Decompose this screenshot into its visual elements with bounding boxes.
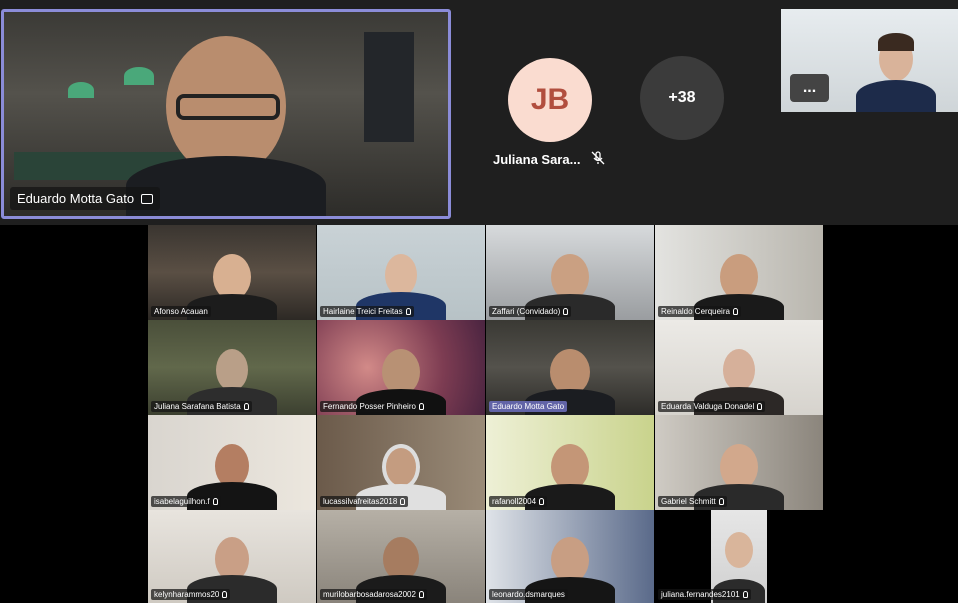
participant-tile[interactable]: Hairlaine Treici Freitas bbox=[317, 225, 485, 320]
participant-name-label: Reinaldo Cerqueira bbox=[658, 306, 741, 317]
mic-icon bbox=[563, 308, 569, 315]
mic-icon bbox=[243, 403, 249, 410]
participant-name: Gabriel Schmitt bbox=[661, 497, 716, 506]
participant-figure bbox=[126, 16, 326, 216]
participant-name-label: leonardo.dsmarques bbox=[489, 589, 568, 600]
mic-icon bbox=[418, 403, 424, 410]
participant-name: Eduardo Motta Gato bbox=[492, 402, 565, 411]
mic-icon bbox=[757, 403, 763, 410]
mic-icon bbox=[742, 591, 748, 598]
participant-name: Fernando Posser Pinheiro bbox=[323, 402, 416, 411]
participant-name-label: lucassilvafreitas2018 bbox=[320, 496, 409, 507]
participant-name-label: Juliana Sarafana Batista bbox=[151, 401, 252, 412]
participant-name: leonardo.dsmarques bbox=[492, 590, 565, 599]
participant-name: Reinaldo Cerqueira bbox=[661, 307, 730, 316]
participant-name: Afonso Acauan bbox=[154, 307, 208, 316]
participant-figure bbox=[856, 17, 937, 112]
mic-muted-icon bbox=[591, 151, 605, 165]
participant-name: kelynharammos20 bbox=[154, 590, 220, 599]
participant-tile[interactable]: Eduarda Valduga Donadel bbox=[655, 320, 823, 415]
participant-tile[interactable]: Gabriel Schmitt bbox=[655, 415, 823, 510]
glasses bbox=[176, 94, 280, 120]
featured-speaker-video[interactable]: Eduardo Motta Gato bbox=[1, 9, 451, 219]
participant-name-label: murilobarbosadarosa2002 bbox=[320, 589, 427, 600]
participant-name: juliana.fernandes2101 bbox=[661, 590, 740, 599]
participant-tile[interactable]: murilobarbosadarosa2002 bbox=[317, 510, 485, 603]
mic-icon bbox=[400, 498, 406, 505]
participant-tile[interactable]: Juliana Sarafana Batista bbox=[148, 320, 316, 415]
participant-name-label: juliana.fernandes2101 bbox=[658, 589, 751, 600]
participant-tile[interactable]: rafanoll2004 bbox=[486, 415, 654, 510]
participant-name-label: Gabriel Schmitt bbox=[658, 496, 727, 507]
participant-name-label: Hairlaine Treici Freitas bbox=[320, 306, 414, 317]
ellipsis-icon: ... bbox=[802, 79, 817, 96]
more-options-button[interactable]: ... bbox=[790, 74, 829, 102]
participant-tile[interactable]: Eduardo Motta Gato bbox=[486, 320, 654, 415]
participant-avatar[interactable]: JB bbox=[508, 58, 592, 142]
participant-name-label: Eduarda Valduga Donadel bbox=[658, 401, 766, 412]
mic-icon bbox=[732, 308, 738, 315]
featured-name: Eduardo Motta Gato bbox=[17, 191, 135, 206]
participant-name: Juliana Sarafana Batista bbox=[154, 402, 241, 411]
participant-tile[interactable]: kelynharammos20 bbox=[148, 510, 316, 603]
background-board bbox=[364, 32, 414, 142]
avatar-participant-name: Juliana Sara... bbox=[493, 152, 581, 167]
participant-name-label: kelynharammos20 bbox=[151, 589, 231, 600]
mic-icon bbox=[418, 591, 424, 598]
participant-tile[interactable]: isabelaguilhon.f bbox=[148, 415, 316, 510]
participant-tile[interactable]: juliana.fernandes2101 bbox=[655, 510, 823, 603]
participant-head bbox=[725, 532, 753, 568]
more-participants-count: +38 bbox=[668, 89, 696, 106]
participant-name: Hairlaine Treici Freitas bbox=[323, 307, 403, 316]
participant-name: Eduarda Valduga Donadel bbox=[661, 402, 755, 411]
participant-name-label: Fernando Posser Pinheiro bbox=[320, 401, 427, 412]
participant-name-label: Afonso Acauan bbox=[151, 306, 211, 317]
participant-name-label: isabelaguilhon.f bbox=[151, 496, 221, 507]
mic-icon bbox=[212, 498, 218, 505]
participant-name-label: Eduardo Motta Gato bbox=[489, 401, 568, 412]
participant-tile[interactable]: leonardo.dsmarques bbox=[486, 510, 654, 603]
hair bbox=[878, 33, 915, 51]
participant-name: murilobarbosadarosa2002 bbox=[323, 590, 416, 599]
featured-name-label: Eduardo Motta Gato bbox=[10, 187, 161, 210]
screen-share-icon bbox=[141, 193, 154, 204]
participant-name-label: rafanoll2004 bbox=[489, 496, 548, 507]
mic-icon bbox=[718, 498, 724, 505]
participant-name-label: Zaffari (Convidado) bbox=[489, 306, 572, 317]
more-participants-button[interactable]: +38 bbox=[640, 56, 724, 140]
mic-icon bbox=[222, 591, 228, 598]
participant-name: rafanoll2004 bbox=[492, 497, 537, 506]
background-lamp bbox=[68, 82, 94, 98]
participant-tile[interactable]: Zaffari (Convidado) bbox=[486, 225, 654, 320]
participant-tile[interactable]: Reinaldo Cerqueira bbox=[655, 225, 823, 320]
participant-tile[interactable]: Afonso Acauan bbox=[148, 225, 316, 320]
participant-name: Zaffari (Convidado) bbox=[492, 307, 561, 316]
participant-tile[interactable]: Fernando Posser Pinheiro bbox=[317, 320, 485, 415]
participant-name: isabelaguilhon.f bbox=[154, 497, 210, 506]
mic-icon bbox=[405, 308, 411, 315]
participant-tile[interactable]: lucassilvafreitas2018 bbox=[317, 415, 485, 510]
mic-icon bbox=[539, 498, 545, 505]
avatar-initials: JB bbox=[530, 83, 570, 116]
participant-name: lucassilvafreitas2018 bbox=[323, 497, 398, 506]
